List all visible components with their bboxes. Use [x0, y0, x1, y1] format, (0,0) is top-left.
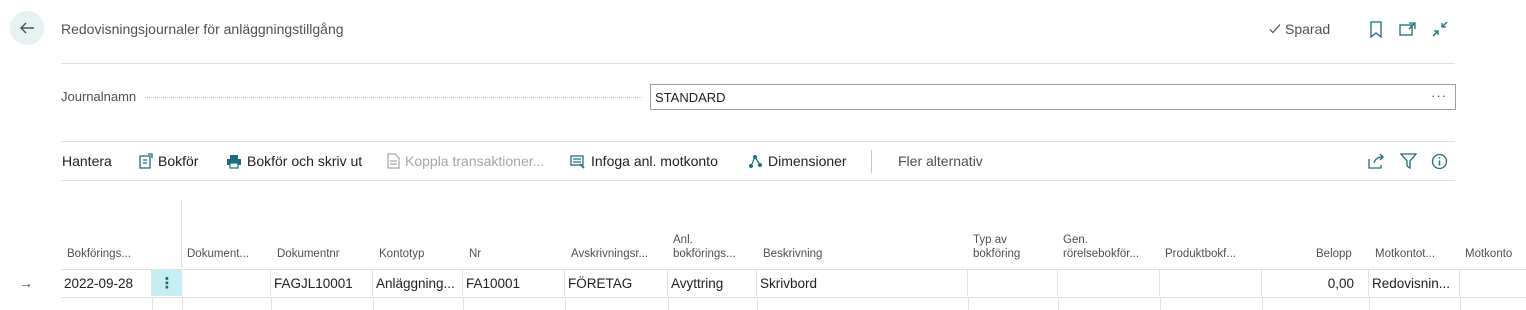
cell-fa-posting-type[interactable]: Avyttring — [668, 270, 757, 296]
next-row-divider — [271, 298, 272, 310]
saved-status: Sparad — [1268, 21, 1330, 37]
more-options-label: Fler alternativ — [898, 153, 983, 169]
cell-amount[interactable]: 0,00 — [1262, 270, 1369, 296]
cell-gen-posting-type[interactable] — [968, 270, 1058, 296]
col-header-no[interactable]: Nr — [469, 247, 481, 261]
manage-label: Hantera — [62, 153, 112, 169]
next-row-divider — [565, 298, 566, 310]
col-header-doc-type[interactable]: Dokument... — [187, 247, 249, 261]
check-icon — [1269, 24, 1281, 34]
cell-doc-type[interactable] — [182, 270, 271, 296]
open-new-window-icon[interactable] — [1398, 19, 1418, 39]
manage-menu[interactable]: Hantera — [62, 153, 112, 169]
more-options-button[interactable]: Fler alternativ — [898, 153, 983, 169]
col-header-bal-account[interactable]: Motkonto — [1465, 247, 1512, 261]
next-row-divider — [968, 298, 969, 310]
cell-description[interactable]: Skrivbord — [757, 270, 968, 296]
next-row-divider — [463, 298, 464, 310]
cell-doc-no[interactable]: FAGJL10001 — [271, 270, 373, 296]
match-entries-button[interactable]: Koppla transaktioner... — [387, 153, 544, 169]
col-header-posting-date[interactable]: Bokförings... — [67, 247, 131, 261]
info-icon[interactable] — [1429, 151, 1449, 171]
next-row-divider — [182, 298, 183, 310]
cell-gen-prod-posting[interactable] — [1160, 270, 1262, 296]
cell-account-type[interactable]: Anläggning... — [373, 270, 463, 296]
next-row-divider — [757, 298, 758, 310]
col-header-gen-bus-posting[interactable]: Gen. rörelsebokför... — [1063, 233, 1139, 261]
post-label: Bokför — [158, 153, 199, 169]
col-header-amount[interactable]: Belopp — [1316, 247, 1352, 261]
arrow-left-icon — [20, 22, 34, 34]
post-print-label: Bokför och skriv ut — [247, 153, 363, 169]
cell-posting-date[interactable]: 2022-09-28 — [61, 270, 152, 296]
dimensions-button[interactable]: Dimensioner — [748, 153, 847, 169]
dimensions-label: Dimensioner — [768, 153, 847, 169]
col-header-fa-posting-line2: bokförings... — [673, 248, 736, 260]
col-header-doc-no[interactable]: Dokumentnr — [277, 247, 340, 261]
insert-bal-account-label: Infoga anl. motkonto — [591, 153, 718, 169]
header-divider — [61, 63, 1455, 64]
post-icon — [139, 153, 153, 169]
next-row-divider — [1369, 298, 1370, 310]
collapse-icon[interactable] — [1430, 19, 1450, 39]
post-button[interactable]: Bokför — [139, 153, 198, 169]
col-header-account-type[interactable]: Kontotyp — [379, 247, 424, 261]
journal-name-field[interactable]: STANDARD ··· — [650, 84, 1456, 110]
actions-top-divider — [61, 141, 1455, 142]
share-icon[interactable] — [1366, 151, 1386, 171]
page-title: Redovisningsjournaler för anläggningstil… — [61, 21, 344, 37]
col-header-gen-bus-line2: rörelsebokför... — [1063, 248, 1140, 260]
bookmark-icon[interactable] — [1366, 19, 1386, 39]
insert-bal-account-button[interactable]: Infoga anl. motkonto — [570, 153, 718, 169]
printer-icon — [227, 154, 241, 169]
next-row-divider — [1460, 298, 1461, 310]
field-leader — [145, 97, 642, 98]
col-header-fa-posting-type[interactable]: Anl. bokförings... — [673, 233, 736, 261]
cell-bal-account-type[interactable]: Redovisnin... — [1369, 270, 1460, 296]
next-row-divider — [668, 298, 669, 310]
col-header-gen-posting-type[interactable]: Typ av bokföring — [973, 233, 1020, 261]
document-icon — [387, 153, 400, 169]
cell-no[interactable]: FA10001 — [463, 270, 565, 296]
next-row-divider — [1160, 298, 1161, 310]
dimensions-icon — [749, 154, 762, 168]
actions-bottom-divider — [61, 180, 1455, 181]
lookup-button[interactable]: ··· — [1431, 88, 1447, 103]
col-header-description[interactable]: Beskrivning — [763, 247, 822, 261]
post-print-button[interactable]: Bokför och skriv ut — [226, 153, 362, 169]
saved-label: Sparad — [1285, 21, 1331, 37]
cell-bal-account[interactable] — [1460, 270, 1526, 296]
row-indicator-arrow: → — [19, 275, 33, 291]
match-entries-label: Koppla transaktioner... — [405, 153, 545, 169]
row-bottom-border — [61, 297, 1526, 298]
row-menu-button[interactable]: ⋮ — [152, 270, 182, 296]
column-rail — [181, 200, 182, 268]
next-row-divider — [1058, 298, 1059, 310]
col-header-gen-bus-line1: Gen. — [1063, 234, 1088, 246]
back-button[interactable] — [10, 11, 44, 45]
col-header-depr-book[interactable]: Avskrivningsr... — [571, 247, 648, 261]
filter-icon[interactable] — [1398, 151, 1418, 171]
journal-name-label: Journalnamn — [61, 89, 137, 104]
col-header-gen-type-line2: bokföring — [973, 248, 1021, 260]
next-row-divider — [152, 298, 153, 310]
insert-account-icon — [570, 154, 585, 169]
cell-gen-bus-posting[interactable] — [1058, 270, 1160, 296]
next-row-divider — [373, 298, 374, 310]
col-header-bal-account-type[interactable]: Motkontot... — [1375, 247, 1435, 261]
journal-name-value: STANDARD — [655, 89, 726, 105]
col-header-gen-prod-posting[interactable]: Produktbokf... — [1165, 247, 1236, 261]
next-row-divider — [1262, 298, 1263, 310]
cell-depr-book[interactable]: FÖRETAG — [565, 270, 668, 296]
action-separator — [871, 150, 872, 173]
col-header-gen-type-line1: Typ av — [973, 234, 1007, 246]
col-header-fa-posting-line1: Anl. — [673, 234, 693, 246]
